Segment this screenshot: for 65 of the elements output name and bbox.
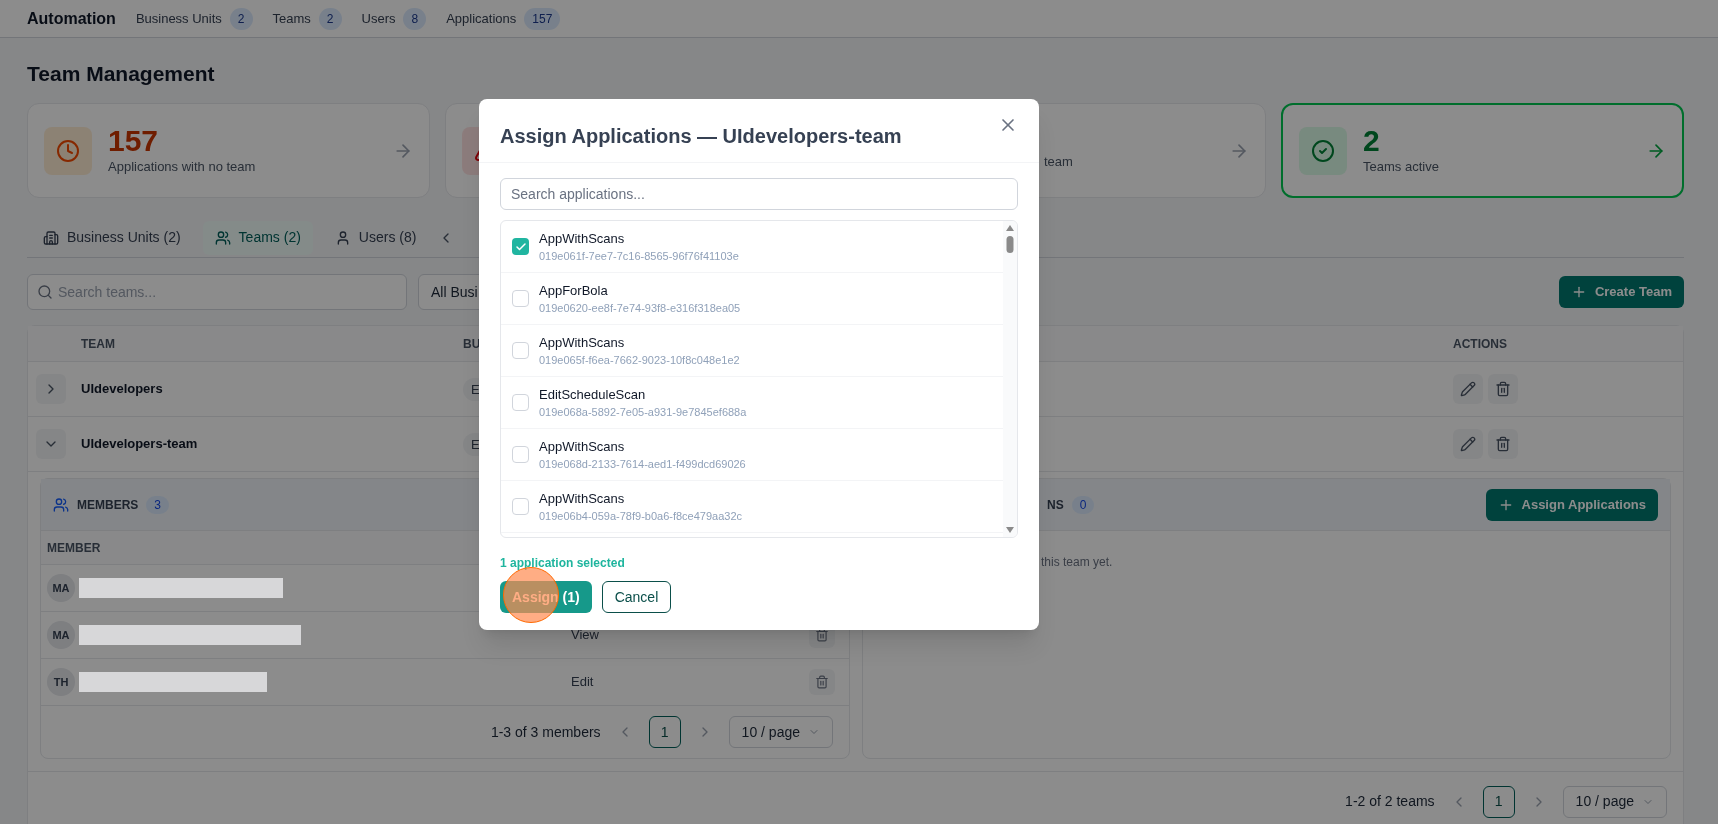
application-option[interactable]: AppWithScans 019e068d-2133-7614-aed1-f499dcd69026 [501,429,1003,481]
create-team-button[interactable]: Create Team [1558,276,1684,308]
application-option[interactable]: AppForBola 019e0620-ee8f-7e74-93f8-e316f318ea05 [501,273,1003,325]
application-name: AppWithScans [539,333,626,352]
application-id: 019e068d-2133-7614-aed1-f499dcd69026 [539,457,746,472]
column-header: ACTIONS [1453,335,1507,353]
count-badge: 2 [318,7,342,30]
panel-title: MEMBERS [77,496,139,514]
stat-value: 2 [1363,124,1381,157]
nav-link[interactable]: Applications [446,8,517,29]
tab[interactable]: Business Units (2) [31,220,193,255]
page-title: Team Management [27,61,216,86]
nav-link[interactable]: Business Units [135,8,222,29]
empty-message: this team yet. [1041,555,1113,569]
page-size-select[interactable]: 10 / page [728,716,833,748]
count-badge: 2 [229,7,253,30]
column-header: MEMBER [47,539,101,557]
stat-label: Teams active [1363,157,1440,176]
application-id: 019e068a-5892-7e05-a931-9e7845ef688a [539,405,747,420]
column-header: TEAM [81,335,116,353]
tab[interactable]: Users (8) [322,220,429,255]
member-role: View [571,626,600,645]
avatar: MA [47,574,75,602]
assign-applications-button[interactable]: Assign Applications [1485,488,1658,521]
stat-label: Applications with no team [108,157,257,176]
page-size-select[interactable]: 10 / page [1562,785,1667,818]
count-badge: 8 [403,7,427,30]
application-name: AppForBola [539,281,609,300]
team-name: UIdevelopers [81,380,164,399]
panel-title: NS [1047,496,1064,514]
tab[interactable]: Teams (2) [202,220,313,255]
application-name: AppWithScans [539,437,626,456]
cancel-button[interactable]: Cancel [601,581,672,613]
application-option[interactable]: AppWithScans 019e065f-f6ea-7662-9023-10f8c048e1e2 [501,325,1003,377]
pagination-summary: 1-2 of 2 teams [1345,792,1435,811]
stat-value: 157 [108,124,160,157]
count-badge: 0 [1071,495,1095,514]
application-id: 019e0620-ee8f-7e74-93f8-e316f318ea05 [539,301,741,316]
count-badge: 3 [146,495,170,514]
stat-card[interactable]: 2 Teams active [1281,103,1684,198]
application-name: EditScheduleScan [539,385,647,404]
brand-title: Automation [27,8,116,29]
search-field[interactable]: Search teams... [27,274,407,310]
count-badge: 157 [524,7,561,30]
application-option[interactable]: AppWithScans 019e061f-7ee7-7c16-8565-96f76f41103e [501,221,1003,273]
application-option[interactable]: EditScheduleScan 019e068a-5892-7e05-a931-9e7845ef688a [501,377,1003,429]
application-name: AppWithScans [539,489,626,508]
page-button[interactable]: 1 [1482,785,1515,818]
application-id: 019e061f-7ee7-7c16-8565-96f76f41103e [539,249,739,264]
nav-link[interactable]: Teams [272,8,311,29]
application-option[interactable]: AppWithScans 019e06b4-059a-78f9-b0a6-f8ce479aa32c [501,481,1003,533]
application-name: AppWithScans [539,229,626,248]
avatar: MA [47,621,75,649]
nav-link[interactable]: Users [361,8,396,29]
pagination-summary: 1-3 of 3 members [490,722,601,742]
stat-label: team [1044,152,1074,171]
search-field[interactable]: Search applications... [500,178,1018,210]
application-id: 019e065f-f6ea-7662-9023-10f8c048e1e2 [539,353,740,368]
avatar: TH [47,668,75,696]
stat-card[interactable]: 157 Applications with no team [27,103,430,198]
selection-summary: 1 application selected [500,555,626,572]
application-id: 019e06b4-059a-78f9-b0a6-f8ce479aa32c [539,509,743,524]
member-role: Edit [571,673,595,692]
team-name: UIdevelopers-team [81,435,199,454]
page-button[interactable]: 1 [648,716,681,748]
